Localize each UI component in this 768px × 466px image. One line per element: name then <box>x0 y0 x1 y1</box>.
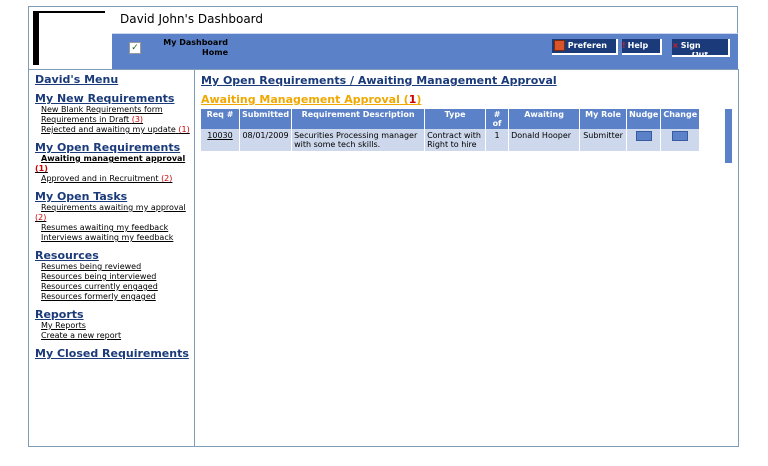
dashboard-checkbox[interactable]: ✓ <box>129 42 141 54</box>
sidebar-item-resources-engaged[interactable]: Resources currently engaged <box>35 282 194 292</box>
sidebar-heading-reports[interactable]: Reports <box>29 308 194 321</box>
sidebar-item-drafts[interactable]: Requirements in Draft (3) <box>35 115 194 125</box>
item-count: (3) <box>131 115 144 124</box>
item-label: Requirements awaiting my approval <box>41 203 186 212</box>
item-label: My Reports <box>41 321 86 330</box>
preferences-button[interactable]: Preferen <box>552 39 618 55</box>
sidebar-item-my-reports[interactable]: My Reports <box>35 321 194 331</box>
col-nudge[interactable]: Nudge <box>626 109 662 129</box>
col-change[interactable]: Change <box>660 109 701 129</box>
item-count: (2) <box>35 213 47 222</box>
sidebar-item-resumes-feedback[interactable]: Resumes awaiting my feedback <box>35 223 194 233</box>
main-panel: My Open Requirements / Awaiting Manageme… <box>195 69 739 447</box>
item-label: Resumes awaiting my feedback <box>41 223 169 232</box>
sidebar-list: New Blank Requirements form Requirements… <box>29 105 194 135</box>
cell-req[interactable]: 10030 <box>201 129 240 151</box>
item-label: Approved and in Recruitment <box>41 174 159 183</box>
sidebar-heading-resources[interactable]: Resources <box>29 249 194 262</box>
sidebar-list: My Reports Create a new report <box>29 321 194 341</box>
cell-awaiting: Donald Hooper <box>508 129 581 151</box>
item-label: Resumes being reviewed <box>41 262 142 271</box>
sidebar-list: Requirements awaiting my approval (2) Re… <box>29 203 194 243</box>
item-count: (1) <box>178 125 190 134</box>
logo-box <box>28 6 114 70</box>
sidebar-item-requirements-approval[interactable]: Requirements awaiting my approval (2) <box>35 203 194 223</box>
main-subtitle[interactable]: Awaiting Management Approval (1) <box>201 93 421 106</box>
sidebar-item-new-report[interactable]: Create a new report <box>35 331 194 341</box>
table-header-row: Req # Submitted Requirement Description … <box>201 109 701 129</box>
help-label: Help <box>627 41 649 50</box>
item-label: Awaiting management approval <box>41 154 186 163</box>
sidebar-list: Resumes being reviewed Resources being i… <box>29 262 194 302</box>
sidebar-item-interviews-feedback[interactable]: Interviews awaiting my feedback <box>35 233 194 243</box>
item-label: Resources being interviewed <box>41 272 157 281</box>
cell-role: Submitter <box>579 129 628 151</box>
cell-submitted: 08/01/2009 <box>239 129 293 151</box>
sidebar-heading-new-requirements[interactable]: My New Requirements <box>29 92 194 105</box>
table-scrollbar[interactable] <box>725 109 732 163</box>
help-button[interactable]: ! Help <box>622 39 662 55</box>
preferences-icon <box>554 40 565 51</box>
nudge-button[interactable] <box>635 131 652 141</box>
sidebar: David's Menu My New Requirements New Bla… <box>28 69 195 447</box>
col-type[interactable]: Type <box>424 109 487 129</box>
sidebar-title[interactable]: David's Menu <box>35 73 118 86</box>
item-label: Interviews awaiting my feedback <box>41 233 174 242</box>
requirements-table: Req # Submitted Requirement Description … <box>201 109 701 151</box>
preferences-label: Preferen <box>567 41 608 50</box>
sidebar-list: Awaiting management approval (1) Approve… <box>29 154 194 184</box>
signout-label-1: Sign <box>680 41 701 50</box>
subtitle-count: 1 <box>408 93 417 106</box>
sidebar-item-new-blank-form[interactable]: New Blank Requirements form <box>35 105 194 115</box>
logo-inner <box>39 13 105 65</box>
home-line-1: My Dashboard <box>163 38 228 47</box>
sidebar-item-resources-former[interactable]: Resources formerly engaged <box>35 292 194 302</box>
col-count[interactable]: # of <box>485 109 510 129</box>
cell-type: Contract with Right to hire <box>424 129 487 151</box>
cell-count: 1 <box>485 129 510 151</box>
cell-description: Securities Processing manager with some … <box>291 129 426 151</box>
col-req[interactable]: Req # <box>201 109 240 129</box>
sidebar-item-resources-interviewed[interactable]: Resources being interviewed <box>35 272 194 282</box>
page-title: David John's Dashboard <box>120 12 264 26</box>
sidebar-heading-open-requirements[interactable]: My Open Requirements <box>29 141 194 154</box>
item-label: Resources currently engaged <box>41 282 158 291</box>
item-label: Create a new report <box>41 331 122 340</box>
dashboard-home-link[interactable]: My Dashboard Home <box>150 38 228 58</box>
item-label: New Blank Requirements form <box>41 105 163 114</box>
home-line-2: Home <box>202 48 228 57</box>
signout-icon: × <box>672 41 679 50</box>
subtitle-label: Awaiting Management Approval <box>201 93 400 106</box>
sidebar-heading-closed-requirements[interactable]: My Closed Requirements <box>29 347 194 360</box>
sidebar-sections: My New Requirements New Blank Requiremen… <box>29 87 194 360</box>
signout-button[interactable]: ×Sign Out <box>672 39 730 57</box>
col-submitted[interactable]: Submitted <box>239 109 293 129</box>
cell-change <box>660 129 701 151</box>
col-description[interactable]: Requirement Description <box>291 109 426 129</box>
main-title[interactable]: My Open Requirements / Awaiting Manageme… <box>201 74 557 87</box>
nav-bar: ✓ My Dashboard Home Preferen ! Help × Sign… <box>112 33 738 69</box>
item-label: Resources formerly engaged <box>41 292 156 301</box>
table-row: 10030 08/01/2009 Securities Processing m… <box>201 129 701 151</box>
sidebar-item-approved-recruitment[interactable]: Approved and in Recruitment (2) <box>35 174 194 184</box>
item-count: (2) <box>161 174 173 183</box>
change-button[interactable] <box>672 131 689 141</box>
cell-nudge <box>626 129 662 151</box>
item-label: Requirements in Draft <box>41 115 130 124</box>
help-icon: ! <box>622 41 626 50</box>
sidebar-heading-open-tasks[interactable]: My Open Tasks <box>29 190 194 203</box>
signout-label-2: Out <box>672 52 728 56</box>
col-awaiting[interactable]: Awaiting <box>508 109 581 129</box>
col-role[interactable]: My Role <box>579 109 628 129</box>
req-link[interactable]: 10030 <box>207 131 232 140</box>
title-bar: David John's Dashboard <box>112 6 738 34</box>
item-label: Rejected and awaiting my update <box>41 125 176 134</box>
item-count: (1) <box>35 164 48 173</box>
sidebar-item-rejected[interactable]: Rejected and awaiting my update (1) <box>35 125 194 135</box>
sidebar-item-resumes-reviewed[interactable]: Resumes being reviewed <box>35 262 194 272</box>
sidebar-item-awaiting-approval[interactable]: Awaiting management approval (1) <box>35 154 194 174</box>
